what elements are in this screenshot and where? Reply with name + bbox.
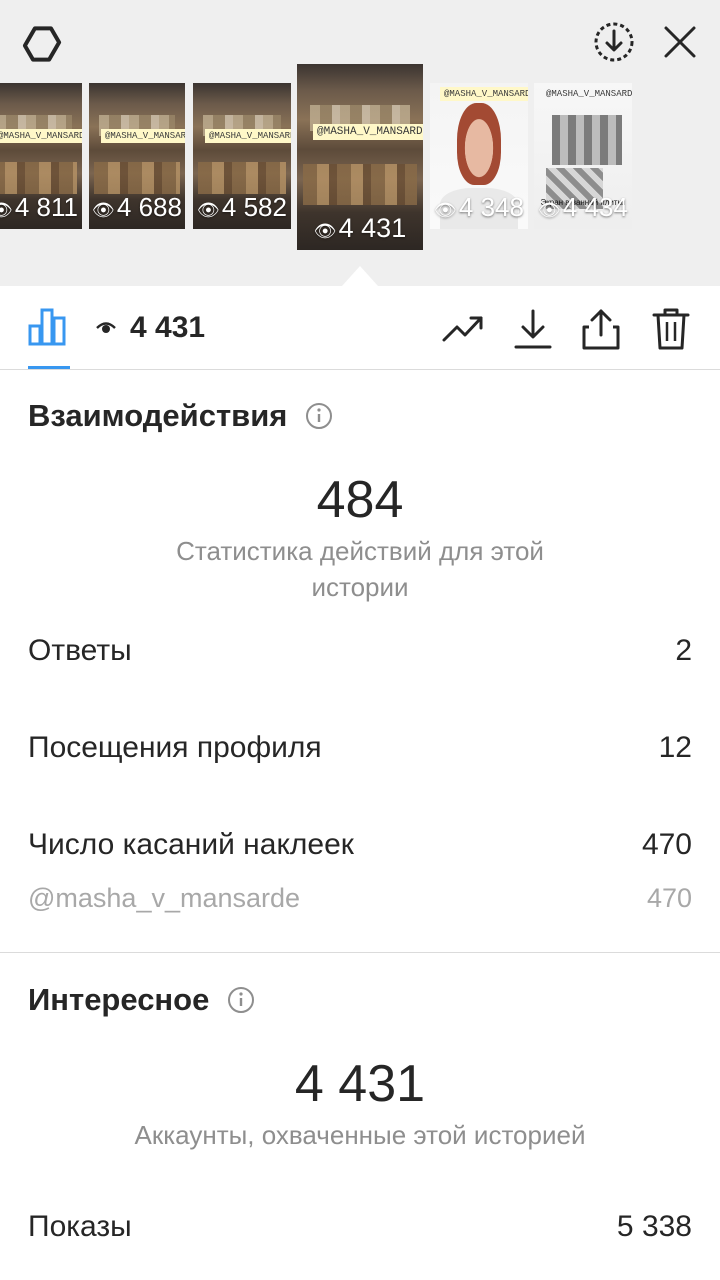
save-story-button[interactable] <box>590 18 638 66</box>
story-thumbnail[interactable]: @MASHA_V_MANSARDE 👁4 582 <box>193 83 291 229</box>
interactions-total: 484 <box>316 471 404 529</box>
story-view-count: 4 348 <box>458 192 524 222</box>
stat-row-replies: Ответы 2 <box>28 634 692 668</box>
stat-value: 470 <box>641 828 692 861</box>
story-mention-tag: @MASHA_V_MANSARDE <box>101 129 185 143</box>
download-button[interactable] <box>510 306 556 352</box>
delete-button[interactable] <box>648 306 694 352</box>
story-mention-tag: @MASHA_V_MANSARDE <box>313 124 423 140</box>
section-title-text: Интересное <box>28 982 210 1017</box>
eye-icon: 👁 <box>0 200 13 220</box>
interactions-caption: Статистика действий для этой истории <box>176 536 544 602</box>
stat-value: 470 <box>646 883 692 913</box>
story-thumbnail[interactable]: @MASHA_V_MANSARDE 👁4 688 <box>89 83 185 229</box>
section-divider <box>0 952 720 953</box>
eye-icon <box>96 322 116 333</box>
discovery-total: 4 431 <box>294 1055 426 1113</box>
promote-button[interactable] <box>440 306 486 352</box>
info-icon[interactable] <box>305 402 333 430</box>
stat-value: 2 <box>675 634 692 667</box>
story-views: 👁4 582 <box>193 192 291 223</box>
discovery-section-title: Интересное <box>28 982 255 1018</box>
story-thumbnail[interactable]: Экран в ванной плитки @MASHA_V_MANSARDE … <box>534 83 632 229</box>
section-title-text: Взаимодействия <box>28 398 288 433</box>
story-views: 👁4 348 <box>430 192 528 223</box>
stat-label: Показы <box>28 1210 132 1243</box>
story-thumbnail[interactable]: @MASHA_V_MANSARDE 👁4 811 <box>0 83 82 229</box>
story-thumbnail-active[interactable]: @MASHA_V_MANSARDE 👁4 431 <box>297 64 423 250</box>
trash-icon <box>652 308 690 350</box>
story-views: 👁4 434 <box>534 192 632 223</box>
story-mention-tag: @MASHA_V_MANSARDE <box>440 87 528 101</box>
story-view-count: 4 688 <box>116 192 182 222</box>
info-icon[interactable] <box>227 986 255 1014</box>
story-view-count: 4 582 <box>221 192 287 222</box>
bar-chart-icon <box>28 308 66 346</box>
stat-value: 12 <box>658 731 692 764</box>
active-tab-indicator <box>28 366 70 369</box>
eye-icon: 👁 <box>92 200 115 220</box>
insights-toolbar: 4 431 <box>0 286 720 370</box>
eye-icon: 👁 <box>434 200 457 220</box>
story-views: 👁4 811 <box>0 192 82 223</box>
story-thumbnail[interactable]: @MASHA_V_MANSARDE 👁4 348 <box>430 83 528 229</box>
active-story-pointer <box>342 266 378 286</box>
share-icon <box>582 309 620 350</box>
story-strip: @MASHA_V_MANSARDE 👁4 811 @MASHA_V_MANSAR… <box>0 0 720 286</box>
stat-label: @masha_v_mansarde <box>28 883 301 913</box>
share-button[interactable] <box>578 306 624 352</box>
story-mention-tag: @MASHA_V_MANSARDE <box>205 129 291 143</box>
trending-icon <box>442 316 483 342</box>
stat-row-sticker-taps: Число касаний наклеек 470 <box>28 828 692 862</box>
eye-icon: 👁 <box>538 200 561 220</box>
close-icon <box>664 26 696 58</box>
stat-row-profile-visits: Посещения профиля 12 <box>28 731 692 765</box>
stat-value: 5 338 <box>616 1210 692 1243</box>
eye-icon: 👁 <box>313 221 337 241</box>
story-view-count: 4 434 <box>562 192 628 222</box>
stat-subrow-mention[interactable]: @masha_v_mansarde 470 <box>28 883 692 914</box>
story-views: 👁4 688 <box>89 192 185 223</box>
story-mention-tag: @MASHA_V_MANSARDE <box>0 129 82 143</box>
stat-row-impressions: Показы 5 338 <box>28 1210 692 1244</box>
download-icon <box>514 309 552 349</box>
discovery-caption: Аккаунты, охваченные этой историей <box>134 1120 586 1150</box>
story-thumbnails: @MASHA_V_MANSARDE 👁4 811 @MASHA_V_MANSAR… <box>0 60 720 260</box>
views-count: 4 431 <box>130 311 206 344</box>
download-circle-icon <box>594 22 634 62</box>
interactions-section-title: Взаимодействия <box>28 398 333 434</box>
portrait-head <box>457 103 501 186</box>
stat-label: Ответы <box>28 634 132 667</box>
insights-tab[interactable] <box>26 304 70 348</box>
stat-label: Посещения профиля <box>28 731 322 764</box>
close-button[interactable] <box>656 18 704 66</box>
story-mention-tag: @MASHA_V_MANSARDE <box>546 89 632 99</box>
tile-panel <box>551 115 623 165</box>
eye-icon: 👁 <box>197 200 220 220</box>
story-view-count: 4 811 <box>14 192 78 222</box>
story-views: 👁4 431 <box>297 213 423 244</box>
story-view-count: 4 431 <box>338 213 407 243</box>
stat-label: Число касаний наклеек <box>28 828 354 861</box>
views-summary: 4 431 <box>96 308 205 348</box>
